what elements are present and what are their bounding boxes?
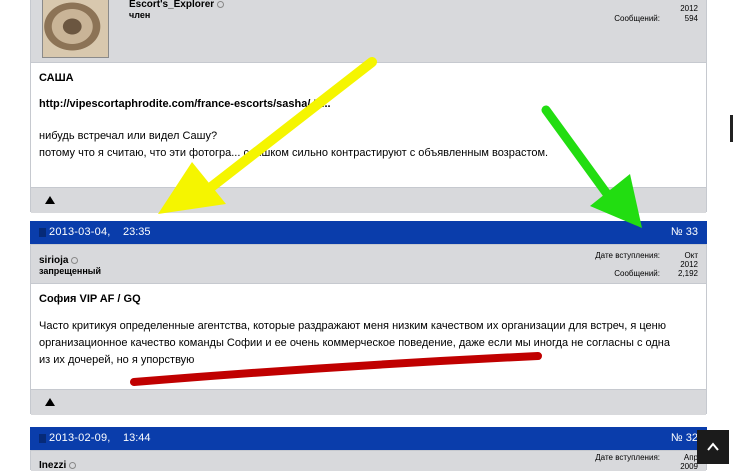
post-text-line: организационное качество команды Софии и… [39,337,671,349]
post-32: Inezzi Дате вступления: Апр 2009 [30,450,707,471]
offline-status-icon [69,461,77,469]
scroll-up-icon[interactable] [45,398,55,406]
user-role: член [129,10,151,20]
post-number-link[interactable]: № 33 [671,226,698,238]
post-title: София VIP AF / GQ [39,293,141,305]
post-footer [31,187,706,213]
post-date: 2013-03-04, [49,226,111,238]
username-link[interactable]: sirioja [39,255,79,266]
user-role: запрещенный [39,266,101,276]
user-avatar[interactable] [42,0,109,58]
chevron-up-icon [707,442,719,451]
post-header: 2013-03-04, 23:35 № 33 [30,221,707,244]
join-month: Апр [683,453,698,462]
offline-status-icon [71,256,79,264]
join-label: Дате вступления: [595,453,660,462]
post-text-line: Часто критикуя определенные агентства, к… [39,320,666,332]
messages-label: Сообщений: [614,14,660,23]
post-title: САША [39,72,74,84]
post-link[interactable]: http://vipescortaphrodite.com/france-esc… [39,96,689,113]
join-year: 2012 [680,260,698,269]
post-date: 2013-02-09, [49,432,111,444]
post-user-bar: Escort's_Explorer член 2012 Сообщений: 5… [31,0,706,63]
post-text-line: потому что я считаю, что эти фотогра... … [39,147,549,159]
scrollbar-thumb[interactable] [730,115,733,142]
messages-label: Сообщений: [614,269,660,278]
scroll-to-top-button[interactable] [697,430,729,464]
messages-count: 594 [684,14,698,23]
post-header: 2013-02-09, 13:44 № 32 [30,427,707,450]
post-number-link[interactable]: № 32 [671,432,698,444]
post-text-line: нибудь встречал или видел Сашу? [39,130,218,142]
username-link[interactable]: Inezzi [39,460,77,471]
post-flag-icon [39,434,46,443]
post-top: Escort's_Explorer член 2012 Сообщений: 5… [30,0,707,213]
post-flag-icon [39,228,46,237]
post-time: 13:44 [123,432,151,444]
scroll-up-icon[interactable] [45,196,55,204]
post-user-bar: sirioja запрещенный Дате вступления: Окт… [31,245,706,284]
join-year: 2012 [680,4,698,13]
post-user-bar: Inezzi Дате вступления: Апр 2009 [31,451,706,471]
post-footer [31,389,706,415]
messages-count: 2,192 [677,269,698,278]
username-link[interactable]: Escort's_Explorer [129,0,225,10]
post-time: 23:35 [123,226,151,238]
post-33: sirioja запрещенный Дате вступления: Окт… [30,244,707,415]
offline-status-icon [217,0,225,8]
join-month: Окт [684,251,698,260]
join-label: Дате вступления: [595,251,660,260]
post-text-line: из их дочерей, но я упорствую [39,354,195,366]
